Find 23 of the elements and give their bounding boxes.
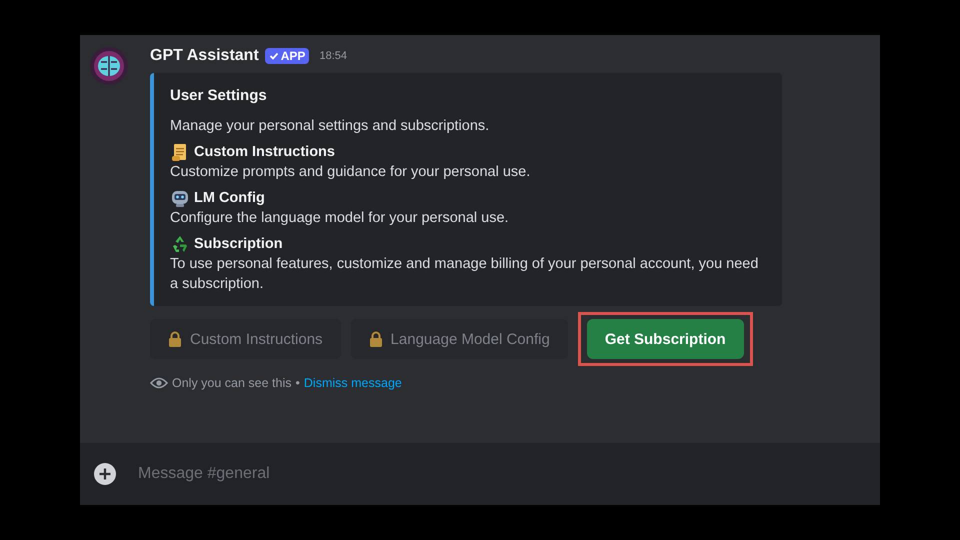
timestamp: 18:54 (319, 50, 347, 62)
section-heading: Custom Instructions (194, 144, 335, 160)
message-input[interactable]: Message #general (136, 464, 740, 484)
action-button[interactable]: Get Subscription (586, 319, 744, 359)
section-heading: Subscription (194, 236, 283, 252)
section-text: To use personal features, customize and manage billing of your personal account, you need a subscription. (170, 255, 760, 294)
lock-icon (168, 331, 182, 347)
recycle-icon (170, 234, 190, 254)
separator-dot: • (296, 376, 300, 390)
section-text: Configure the language model for your personal use. (170, 209, 510, 228)
embed-title: User Settings (170, 87, 268, 104)
section-heading: LM Config (194, 190, 265, 206)
robot-icon (170, 188, 190, 208)
notice-text: Only you can see this (172, 376, 292, 390)
app-badge: APP (264, 48, 310, 64)
eye-icon (150, 376, 168, 390)
author-name[interactable]: GPT Assistant (150, 47, 259, 65)
add-icon[interactable] (94, 463, 116, 485)
section-text: Customize prompts and guidance for your personal use. (170, 163, 532, 182)
dismiss-link[interactable]: Dismiss message (304, 376, 402, 390)
lock-icon (368, 331, 383, 347)
embed-description: Manage your personal settings and subscriptions. (170, 117, 490, 136)
brain-avatar[interactable] (88, 45, 130, 87)
